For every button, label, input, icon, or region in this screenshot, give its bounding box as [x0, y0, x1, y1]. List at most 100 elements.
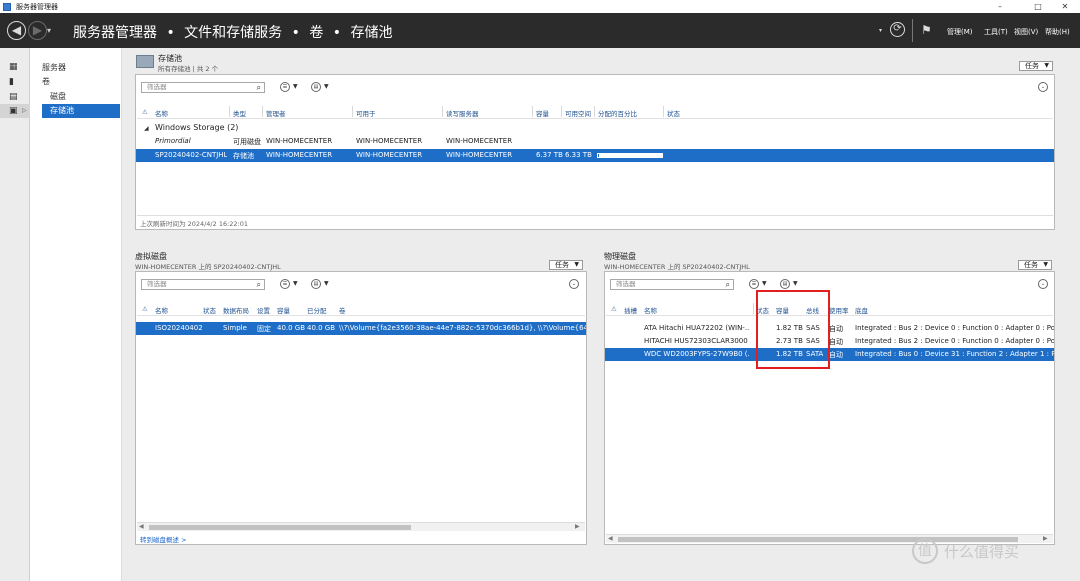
group-header-windows-storage[interactable]: Windows Storage (2) [155, 123, 238, 132]
list-icon[interactable]: ☰ [280, 82, 290, 92]
column-header-free-space[interactable]: 可用空间 [565, 108, 591, 118]
storage-pools-tasks-button[interactable]: 任务 ▼ [1019, 61, 1053, 71]
column-header-status[interactable]: 状态 [203, 305, 216, 315]
column-divider[interactable] [663, 106, 664, 117]
column-header-available-to[interactable]: 可用于 [356, 108, 376, 118]
column-divider[interactable] [262, 106, 263, 117]
horizontal-scrollbar[interactable]: ◀ ▶ [137, 522, 585, 531]
column-header-provisioning[interactable]: 设置 [257, 305, 270, 315]
list-icon[interactable]: ☰ [749, 279, 759, 289]
column-header-name[interactable]: 名称 [644, 305, 657, 315]
all-servers-icon[interactable]: ▤ [0, 90, 30, 104]
expand-pane-icon[interactable]: ⌄ [1038, 82, 1048, 92]
menu-help[interactable]: 帮助(H) [1045, 27, 1070, 37]
filter-icon[interactable]: ▤ [780, 279, 790, 289]
tree-item-storage-pools[interactable]: 存储池 [42, 104, 120, 118]
column-header-usage[interactable]: 使用率 [829, 305, 849, 315]
column-divider[interactable] [594, 106, 595, 117]
scroll-left-icon[interactable]: ◀ [608, 535, 613, 542]
breadcrumb-volumes[interactable]: 卷 [309, 25, 323, 41]
physical-disks-tasks-button[interactable]: 任务 ▼ [1018, 260, 1052, 270]
scroll-right-icon[interactable]: ▶ [1043, 535, 1048, 542]
maximize-button[interactable]: □ [1023, 0, 1053, 13]
column-divider[interactable] [229, 106, 230, 117]
column-header-volume[interactable]: 卷 [339, 305, 346, 315]
table-row[interactable]: Primordial 可用磁盘 WIN-HOMECENTER WIN-HOMEC… [136, 135, 1054, 147]
percent-allocated-fill [598, 154, 599, 157]
search-icon[interactable]: ⌕ [257, 83, 261, 92]
pdisk-name: ATA Hitachi HUA72202 (WIN-... [644, 324, 749, 332]
back-button[interactable]: ◀ [7, 21, 26, 40]
storage-pools-filter-input[interactable]: 筛选器 ⌕ [141, 82, 265, 93]
column-divider[interactable] [561, 106, 562, 117]
column-header-name[interactable]: 名称 [155, 108, 168, 118]
vdisk-volume: \\?\Volume{fa2e3560-38ae-44e7-882c-5370d… [339, 324, 586, 332]
column-header-type[interactable]: 类型 [233, 108, 246, 118]
column-header-rw-server[interactable]: 读写服务器 [446, 108, 479, 118]
column-header-chassis[interactable]: 底盘 [855, 305, 868, 315]
virtual-disks-tasks-button[interactable]: 任务 ▼ [549, 260, 583, 270]
tree-item-disks[interactable]: 磁盘 [50, 90, 112, 104]
dashboard-icon[interactable]: ▦ [0, 60, 30, 74]
column-divider[interactable] [442, 106, 443, 117]
expand-pane-icon[interactable]: ⌄ [569, 279, 579, 289]
go-to-disks-overview-link[interactable]: 转到磁盘概述 > [140, 534, 187, 544]
chevron-down-icon[interactable]: ▼ [324, 83, 329, 90]
search-icon[interactable]: ⌕ [726, 280, 730, 289]
breadcrumb-file-storage-services[interactable]: 文件和存储服务 [184, 25, 282, 41]
table-row-selected[interactable]: ISO20240402 Simple 固定 40.0 GB 40.0 GB \\… [136, 322, 586, 335]
column-divider[interactable] [753, 303, 754, 314]
column-divider[interactable] [532, 106, 533, 117]
breadcrumb-separator: • [332, 25, 342, 41]
scroll-left-icon[interactable]: ◀ [139, 523, 144, 530]
expand-arrow-icon[interactable]: ▷ [22, 107, 27, 114]
local-server-icon[interactable]: ▮ [0, 75, 30, 89]
chevron-down-icon[interactable]: ▼ [293, 280, 298, 287]
column-divider[interactable] [352, 106, 353, 117]
collapse-group-icon[interactable]: ◢ [144, 125, 149, 132]
tree-item-servers[interactable]: 服务器 [42, 61, 112, 75]
list-icon[interactable]: ☰ [280, 279, 290, 289]
chevron-down-icon[interactable]: ▼ [793, 280, 798, 287]
notifications-flag-icon[interactable]: ⚑ [921, 23, 932, 37]
column-header-allocated[interactable]: 已分配 [307, 305, 327, 315]
column-header-status[interactable]: 状态 [667, 108, 680, 118]
chevron-down-icon[interactable]: ▼ [762, 280, 767, 287]
pdisk-chassis: Integrated : Bus 0 : Device 31 : Functio… [855, 350, 1054, 358]
scroll-right-icon[interactable]: ▶ [575, 523, 580, 530]
breadcrumb-server-manager[interactable]: 服务器管理器 [73, 25, 157, 41]
left-icon-rail: ▦ ▮ ▤ ▣ ▷ [0, 48, 30, 581]
column-header-slot[interactable]: 插槽 [624, 305, 637, 315]
column-header-managed-by[interactable]: 管理者 [266, 108, 286, 118]
chevron-down-icon[interactable]: ▼ [293, 83, 298, 90]
refresh-dropdown-icon[interactable]: ▾ [879, 27, 882, 34]
virtual-disks-filter-input[interactable]: 筛选器 ⌕ [141, 279, 265, 290]
table-row-selected[interactable]: SP20240402-CNTJHL 存储池 WIN-HOMECENTER WIN… [136, 149, 1054, 162]
scrollbar-thumb[interactable] [149, 525, 411, 530]
column-header-capacity[interactable]: 容量 [277, 305, 290, 315]
storage-pools-pane: 筛选器 ⌕ ☰ ▼ ▤ ▼ ⌄ ⚠ 名称 类型 管理者 可用于 读写服务器 容量… [135, 74, 1055, 230]
filter-icon[interactable]: ▤ [311, 279, 321, 289]
chevron-down-icon[interactable]: ▼ [324, 280, 329, 287]
menu-view[interactable]: 视图(V) [1014, 27, 1038, 37]
filter-icon[interactable]: ▤ [311, 82, 321, 92]
vdisk-allocated: 40.0 GB [307, 324, 336, 332]
forward-button[interactable]: ▶ [28, 21, 47, 40]
column-header-layout[interactable]: 数据布局 [223, 305, 249, 315]
vdisk-capacity: 40.0 GB [277, 324, 306, 332]
search-icon[interactable]: ⌕ [257, 280, 261, 289]
physical-disks-filter-input[interactable]: 筛选器 ⌕ [610, 279, 734, 290]
column-header-percent-allocated[interactable]: 分配的百分比 [598, 108, 637, 118]
column-header-capacity[interactable]: 容量 [536, 108, 549, 118]
column-header-name[interactable]: 名称 [155, 305, 168, 315]
history-dropdown-icon[interactable]: ▾ [47, 26, 51, 35]
refresh-icon[interactable]: ⟳ [890, 22, 905, 37]
menu-tools[interactable]: 工具(T) [984, 27, 1008, 37]
tree-item-volumes[interactable]: 卷 [42, 75, 112, 89]
close-button[interactable]: ✕ [1050, 0, 1080, 13]
minimize-button[interactable]: – [985, 0, 1015, 13]
expand-pane-icon[interactable]: ⌄ [1038, 279, 1048, 289]
menu-manage[interactable]: 管理(M) [947, 27, 973, 37]
warning-column-icon: ⚠ [611, 305, 617, 313]
window-titlebar: 服务器管理器 – □ ✕ [0, 0, 1080, 13]
